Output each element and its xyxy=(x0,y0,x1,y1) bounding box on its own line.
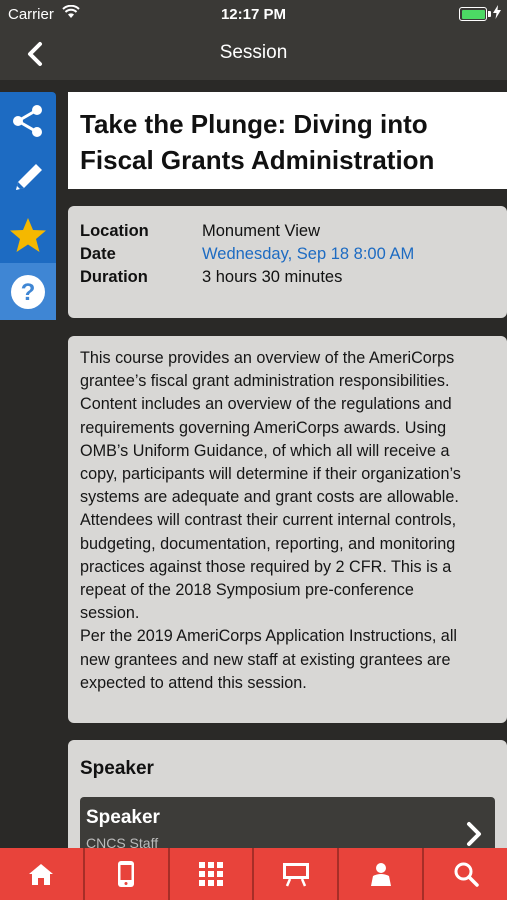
share-button[interactable] xyxy=(0,92,56,149)
page-title: Session xyxy=(219,42,288,63)
description-line: budgeting, documentation, reporting, and… xyxy=(80,534,456,553)
help-button[interactable]: ? xyxy=(0,263,56,320)
description-line: requirements governing AmeriCorps awards… xyxy=(80,418,447,437)
description-line: Content includes an overview of the regu… xyxy=(80,395,452,414)
status-time: 12:17 PM xyxy=(220,6,287,23)
description-line: practices against those required by 2 CF… xyxy=(80,557,452,576)
star-icon xyxy=(10,217,46,252)
nav-bar: Session xyxy=(0,28,507,80)
date-row: Date Wednesday, Sep 18 8:00 AM xyxy=(80,243,495,266)
favorite-button[interactable] xyxy=(0,206,56,263)
session-title: Take the Plunge: Diving into Fiscal Gran… xyxy=(80,106,507,178)
grid-icon xyxy=(199,862,224,886)
tab-presentation[interactable] xyxy=(254,848,340,900)
pencil-icon xyxy=(16,163,42,190)
description-line: new grantees and new staff at existing g… xyxy=(80,650,451,669)
mobile-icon xyxy=(118,861,135,887)
share-icon xyxy=(13,104,42,137)
battery-icon xyxy=(459,7,487,21)
description-line: expected to attend this session. xyxy=(80,673,307,692)
session-title-line1: Take the Plunge: Diving into xyxy=(80,109,428,139)
notes-button[interactable] xyxy=(0,149,56,206)
tab-person[interactable] xyxy=(339,848,425,900)
battery-tip xyxy=(488,11,491,17)
location-row: Location Monument View xyxy=(80,220,495,243)
chevron-right-icon xyxy=(467,822,481,846)
tab-search[interactable] xyxy=(424,848,507,900)
duration-value: 3 hours 30 minutes xyxy=(202,268,343,286)
search-icon xyxy=(454,862,479,887)
description-line: session. xyxy=(80,604,140,623)
speaker-org: CNCS Staff xyxy=(86,835,159,848)
speaker-name: Speaker xyxy=(86,807,160,828)
person-icon xyxy=(370,863,391,886)
session-title-card: Take the Plunge: Diving into Fiscal Gran… xyxy=(68,92,507,189)
description-line: copy, participants will determine if the… xyxy=(80,465,461,484)
description-line: grantee’s fiscal grant administration re… xyxy=(80,372,450,391)
date-label: Date xyxy=(80,245,116,263)
speaker-list-item[interactable]: Speaker CNCS Staff xyxy=(80,797,495,848)
help-icon: ? xyxy=(11,274,45,309)
session-info-card: Location Monument View Date Wednesday, S… xyxy=(68,206,507,318)
speaker-section: Speaker Speaker CNCS Staff xyxy=(68,740,507,848)
tab-grid[interactable] xyxy=(170,848,255,900)
session-description: This course provides an overview of the … xyxy=(68,336,507,723)
description-line: systems are adequate and grant costs are… xyxy=(80,488,459,507)
tab-home[interactable] xyxy=(0,848,85,900)
tab-mobile[interactable] xyxy=(85,848,170,900)
presentation-icon xyxy=(282,863,309,887)
description-line: Per the 2019 AmeriCorps Application Inst… xyxy=(80,627,458,646)
session-title-line2: Fiscal Grants Administration xyxy=(80,145,435,175)
session-content[interactable]: ? Take the Plunge: Diving into Fiscal Gr… xyxy=(0,80,507,848)
description-line: This course provides an overview of the … xyxy=(80,349,455,367)
svg-text:?: ? xyxy=(21,279,36,306)
charging-icon xyxy=(493,5,501,22)
speaker-heading: Speaker xyxy=(80,758,154,779)
description-line: OMB’s Uniform Guidance, of which all wil… xyxy=(80,441,450,460)
side-toolbar: ? xyxy=(0,92,56,320)
tab-bar xyxy=(0,848,507,900)
description-line: Attendees will contrast their current in… xyxy=(80,511,457,530)
home-icon xyxy=(29,864,54,885)
status-bar: Carrier 12:17 PM xyxy=(0,0,507,28)
description-line: repeat of the 2018 Symposium pre-confere… xyxy=(80,581,414,600)
duration-label: Duration xyxy=(80,268,148,286)
location-value: Monument View xyxy=(202,222,321,240)
duration-row: Duration 3 hours 30 minutes xyxy=(80,266,495,289)
date-link[interactable]: Wednesday, Sep 18 8:00 AM xyxy=(202,243,414,266)
location-label: Location xyxy=(80,222,149,240)
